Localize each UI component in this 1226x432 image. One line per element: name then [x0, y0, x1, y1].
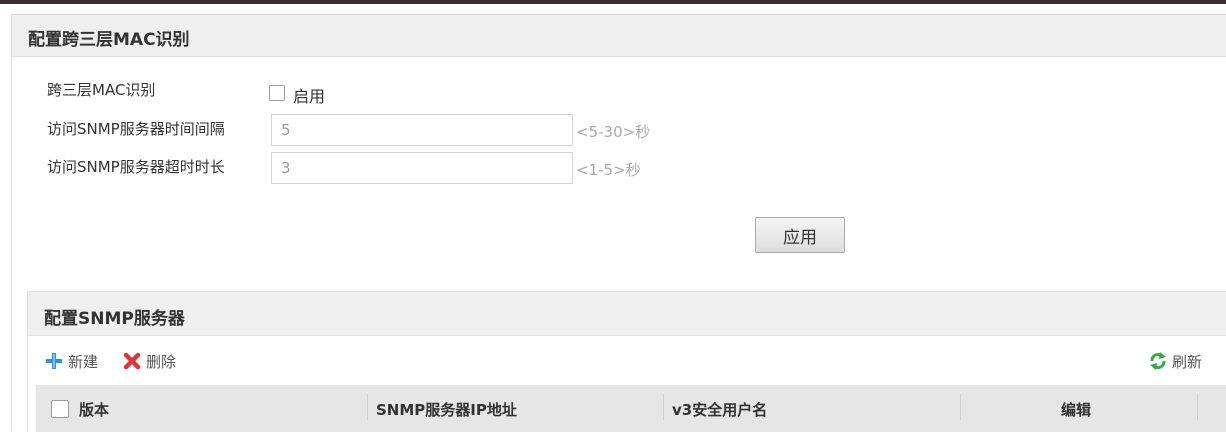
- new-button[interactable]: 新建: [44, 350, 98, 372]
- timeout-label: 访问SNMP服务器超时时长: [47, 158, 225, 176]
- enable-checkbox[interactable]: [269, 85, 285, 101]
- interval-input[interactable]: [271, 114, 573, 146]
- x-delete-icon: [123, 352, 141, 370]
- enable-label[interactable]: 启用: [293, 83, 325, 107]
- select-all-checkbox[interactable]: [51, 400, 69, 418]
- snmp-section-header: 配置SNMP服务器: [28, 292, 1226, 336]
- cross-mac-label: 跨三层MAC识别: [47, 81, 156, 99]
- section-title: 配置跨三层MAC识别: [28, 30, 190, 50]
- section-header: 配置跨三层MAC识别: [12, 15, 1226, 57]
- column-header-server-ip[interactable]: SNMP服务器IP地址: [376, 399, 517, 420]
- column-divider: [367, 394, 368, 420]
- refresh-button[interactable]: 刷新: [1148, 350, 1202, 372]
- snmp-server-panel: 配置SNMP服务器 新建 删除 刷新 版本 SNMP服务器IP地址 v3安全用户…: [27, 291, 1226, 432]
- column-divider: [663, 394, 664, 420]
- plus-icon: [46, 353, 62, 369]
- table-header: 版本 SNMP服务器IP地址 v3安全用户名 编辑: [36, 385, 1226, 432]
- interval-label: 访问SNMP服务器时间间隔: [47, 120, 225, 138]
- column-header-v3-user[interactable]: v3安全用户名: [672, 399, 767, 420]
- timeout-input[interactable]: [271, 152, 573, 184]
- column-divider: [1197, 394, 1198, 420]
- delete-button[interactable]: 删除: [122, 350, 176, 372]
- refresh-icon: [1150, 352, 1166, 370]
- new-label: 新建: [68, 352, 99, 371]
- timeout-hint: <1-5>秒: [576, 161, 641, 179]
- top-border-bar: [0, 0, 1226, 4]
- cross-l3-mac-panel: 配置跨三层MAC识别 跨三层MAC识别 启用 访问SNMP服务器时间间隔 <5-…: [11, 14, 1226, 432]
- interval-hint: <5-30>秒: [576, 123, 651, 141]
- column-divider: [960, 394, 961, 420]
- column-header-version[interactable]: 版本: [79, 399, 109, 420]
- refresh-label: 刷新: [1172, 352, 1203, 371]
- snmp-section-title: 配置SNMP服务器: [44, 309, 185, 329]
- delete-label: 删除: [146, 352, 177, 371]
- column-header-edit[interactable]: 编辑: [1061, 399, 1091, 420]
- apply-button[interactable]: 应用: [755, 217, 845, 253]
